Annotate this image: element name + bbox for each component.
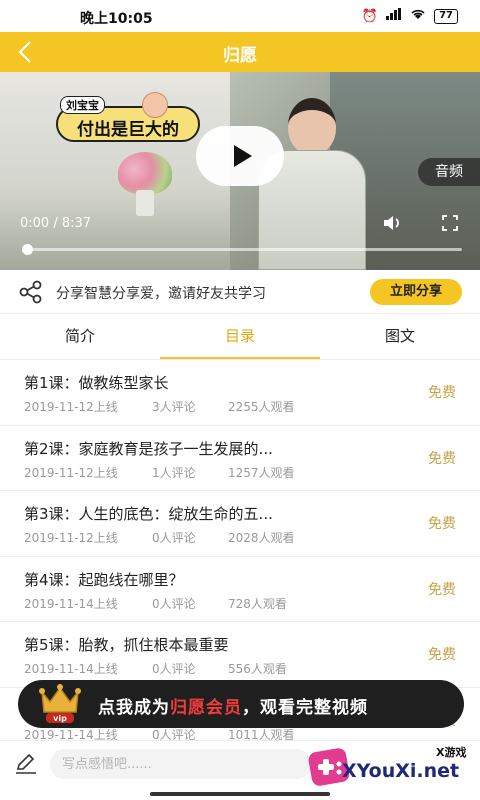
vip-badge-text: vip: [53, 714, 67, 723]
fullscreen-icon[interactable]: [442, 215, 458, 231]
lesson-price: 免费: [428, 385, 456, 401]
wifi-icon: [410, 8, 426, 24]
lesson-price: 免费: [428, 450, 456, 467]
tab-article[interactable]: 图文: [320, 314, 480, 359]
lesson-title: 第4课：起跑线在哪里？: [24, 570, 184, 589]
tab-underline: [160, 357, 320, 359]
lesson-row[interactable]: 第4课：起跑线在哪里？ 2019-11-14上线 0人评论 728人观看 免费: [0, 556, 480, 622]
lesson-comments: 0人评论: [152, 662, 196, 676]
lesson-meta: 2019-11-12上线 1人评论 1257人观看: [24, 464, 295, 481]
audio-mode-button[interactable]: 音频: [418, 158, 480, 186]
lesson-comments: 3人评论: [152, 400, 196, 414]
lesson-views: 556人观看: [228, 662, 287, 676]
play-icon: [234, 145, 252, 167]
lesson-title: 第2课：家庭教育是孩子一生发展的...: [24, 439, 273, 458]
watermark-small-text: X游戏: [436, 746, 467, 759]
tab-label: 目录: [224, 327, 255, 345]
battery-icon: 77: [434, 8, 458, 24]
lesson-price: 免费: [428, 581, 456, 598]
tab-bar: 简介 目录 图文: [0, 314, 480, 360]
lesson-price: 免费: [428, 516, 456, 532]
progress-bar[interactable]: [22, 244, 462, 255]
lesson-views: 2028人观看: [228, 531, 295, 545]
presenter-head: [288, 98, 336, 154]
watermark: X游戏 XYouXi.net: [302, 742, 480, 798]
play-button[interactable]: [196, 126, 284, 186]
lesson-title: 第3课：人生的底色：绽放生命的五...: [24, 505, 273, 523]
vip-text-highlight: 归愿会员: [170, 698, 242, 718]
vip-banner[interactable]: vip 点我成为归愿会员，观看完整视频: [18, 680, 464, 728]
alarm-icon: ⏰: [361, 8, 379, 24]
share-text: 分享智慧分享爱，邀请好友共学习: [56, 286, 266, 302]
volume-icon[interactable]: [382, 214, 404, 232]
crown-icon: vip: [32, 682, 88, 726]
lesson-row[interactable]: 第1课：做教练型家长 2019-11-12上线 3人评论 2255人观看 免费: [0, 360, 480, 426]
lesson-views: 728人观看: [228, 596, 287, 611]
lesson-row[interactable]: 第3课：人生的底色：绽放生命的五... 2019-11-12上线 0人评论 20…: [0, 491, 480, 557]
video-player[interactable]: 付出是巨大的 刘宝宝 音频 0:00 / 8:37: [0, 72, 480, 270]
status-time: 晚上10:05: [80, 11, 153, 27]
lesson-views: 1257人观看: [228, 465, 295, 480]
pencil-icon[interactable]: [14, 751, 38, 775]
share-row: 分享智慧分享爱，邀请好友共学习 立即分享: [0, 270, 480, 314]
vip-text-prefix: 点我成为: [98, 698, 170, 718]
lesson-date: 2019-11-12上线: [24, 400, 118, 414]
tab-label: 简介: [64, 327, 95, 345]
lesson-views: 2255人观看: [228, 400, 295, 414]
banner-tag: 刘宝宝: [60, 96, 105, 114]
vip-text-suffix: ，观看完整视频: [242, 698, 368, 718]
status-bar: 晚上10:05 ⏰ 77: [0, 0, 480, 32]
lesson-title: 第1课：做教练型家长: [24, 374, 169, 392]
lesson-meta: 2019-11-12上线 3人评论 2255人观看: [24, 398, 295, 415]
lesson-comments: 0人评论: [152, 596, 196, 611]
tab-catalog[interactable]: 目录: [160, 314, 320, 359]
lesson-row[interactable]: 第5课：胎教，抓住根本最重要 2019-11-14上线 0人评论 556人观看 …: [0, 622, 480, 688]
video-scene-left: [0, 72, 230, 270]
share-now-button[interactable]: 立即分享: [370, 279, 462, 305]
signal-icon: [386, 8, 402, 24]
tab-label: 图文: [384, 327, 415, 345]
presenter: [258, 98, 366, 270]
page-title: 归愿: [223, 46, 257, 66]
comment-input[interactable]: [50, 749, 312, 779]
lesson-meta: 2019-11-12上线 0人评论 2028人观看: [24, 529, 295, 546]
lesson-date: 2019-11-14上线: [24, 662, 118, 676]
status-icons: ⏰ 77: [362, 8, 458, 24]
vip-text: 点我成为归愿会员，观看完整视频: [98, 693, 368, 718]
lesson-date: 2019-11-12上线: [24, 465, 118, 480]
lesson-date: 2019-11-14上线: [24, 596, 118, 611]
banner-text: 付出是巨大的: [77, 120, 179, 140]
lesson-title: 第5课：胎教，抓住根本最重要: [24, 636, 229, 654]
lesson-row[interactable]: 第2课：家庭教育是孩子一生发展的... 2019-11-12上线 1人评论 12…: [0, 425, 480, 491]
vase-pot: [136, 190, 154, 216]
home-indicator[interactable]: [150, 792, 330, 796]
baby-illustration: [142, 92, 168, 118]
lesson-price: 免费: [428, 647, 456, 663]
tab-intro[interactable]: 简介: [0, 314, 160, 359]
lesson-meta: 2019-11-14上线 0人评论 556人观看: [24, 660, 287, 677]
lesson-meta: 2019-11-14上线 0人评论 728人观看: [24, 595, 287, 612]
video-time: 0:00 / 8:37: [20, 216, 92, 231]
share-icon[interactable]: [18, 280, 44, 304]
lesson-comments: 0人评论: [152, 531, 196, 545]
flower-vase: [118, 152, 172, 194]
lesson-date: 2019-11-12上线: [24, 531, 118, 545]
lesson-comments: 1人评论: [152, 465, 196, 480]
title-bar: 归愿: [0, 32, 480, 72]
watermark-text: XYouXi.net: [342, 760, 460, 782]
